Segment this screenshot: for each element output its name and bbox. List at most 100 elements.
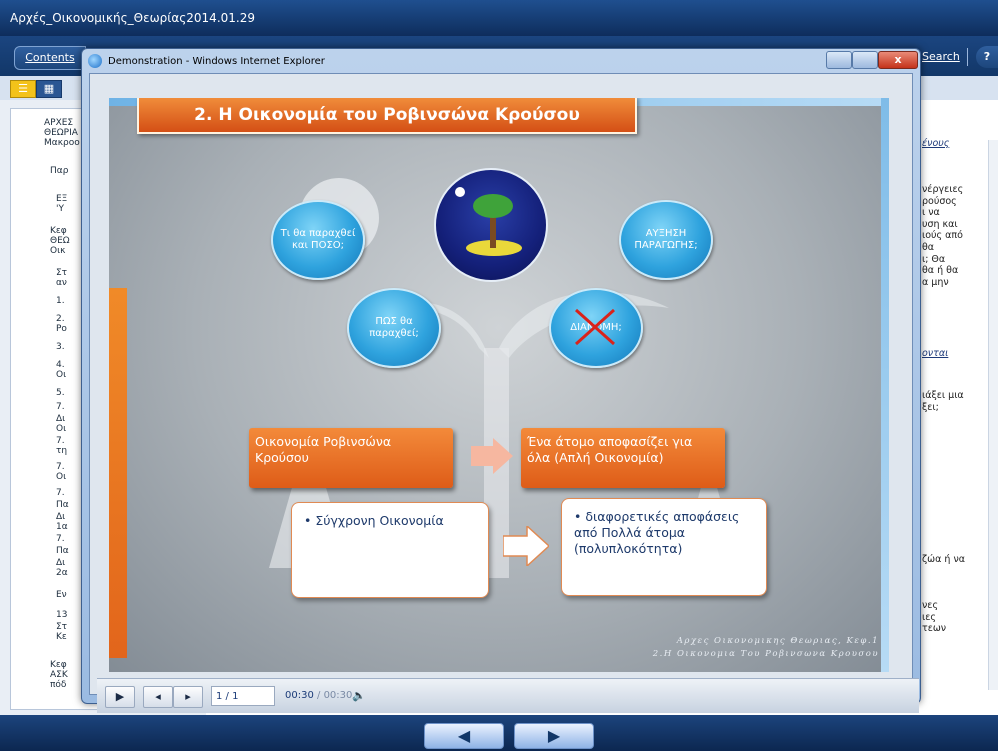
toc-item[interactable]: ΑΣΚ <box>50 670 68 680</box>
ie-window-title: Demonstration - Windows Internet Explore… <box>108 56 325 67</box>
help-button[interactable]: ? <box>976 46 998 68</box>
toc-item[interactable]: 7. <box>56 534 65 544</box>
box-robinson-economy: Οικονομία Ροβινσώνα Κρούσου <box>249 428 453 488</box>
strikethrough-cross-icon <box>574 308 616 346</box>
minimize-button[interactable] <box>826 51 852 69</box>
content-line: τεων <box>922 623 947 635</box>
content-scrollbar[interactable] <box>988 140 998 690</box>
content-link[interactable]: ονται <box>922 348 948 359</box>
toc-item[interactable]: 5. <box>56 388 65 398</box>
app-title: Αρχές_Οικονομικής_Θεωρίας2014.01.29 <box>0 0 998 36</box>
toc-item[interactable]: ΕΞ <box>56 194 67 204</box>
slide-title: 2. Η Οικονομία του Ροβινσώνα Κρούσου <box>194 105 580 125</box>
play-icon[interactable]: ▶ <box>105 686 135 708</box>
toc-item[interactable]: 1. <box>56 296 65 306</box>
bubble-what-to-produce: Τι θα παραχθεί και ΠΟΣΟ; <box>271 200 365 280</box>
ie-content: 2. Η Οικονομία του Ροβινσώνα Κρούσου Τι … <box>89 73 919 713</box>
ie-window: Demonstration - Windows Internet Explore… <box>81 48 921 713</box>
toc-item[interactable]: Παρ <box>50 166 68 176</box>
player-controls: ▶ ◂ ▸ 1 / 1 00:30 / 00:30 🔈 <box>97 678 919 713</box>
prev-slide-icon[interactable]: ◂ <box>143 686 173 708</box>
box-many-decisions: • διαφορετικές αποφάσεις από Πολλά άτομα… <box>561 498 767 596</box>
content-line: ρούσος <box>922 195 957 207</box>
toc-item[interactable]: Δι <box>56 558 65 568</box>
toc-item[interactable]: Οικ <box>50 246 65 256</box>
toolbar-separator <box>967 48 968 66</box>
content-line: α μην <box>922 276 949 288</box>
toc-item[interactable]: Στ <box>56 622 67 632</box>
toc-item[interactable]: Εν <box>56 590 67 600</box>
toc-item[interactable]: 4. <box>56 360 65 370</box>
bubble-production-growth: ΑΥΞΗΣΗ ΠΑΡΑΓΩΓΗΣ; <box>619 200 713 280</box>
toc-item[interactable]: 7. <box>56 436 65 446</box>
toc-item[interactable]: αν <box>56 278 67 288</box>
time-total: / 00:30 <box>317 690 353 701</box>
toc-item[interactable]: Κεφ <box>50 660 67 670</box>
grid-view-icon[interactable]: ▦ <box>36 80 62 98</box>
time-display: 00:30 / 00:30 <box>285 686 352 706</box>
arrow-left-icon: ◀ <box>457 726 471 745</box>
content-line: ξει; <box>922 402 939 413</box>
search-link[interactable]: Search <box>922 46 960 68</box>
toc-item[interactable]: 7. <box>56 462 65 472</box>
arrow-right-icon <box>471 438 513 474</box>
box-modern-economy: • Σύγχρονη Οικονομία <box>291 502 489 598</box>
volume-icon[interactable]: 🔈 <box>352 686 366 706</box>
toc-item[interactable]: Στ <box>56 268 67 278</box>
content-link[interactable]: ένους <box>922 138 949 149</box>
content-line: ζώα ή να <box>922 554 966 565</box>
toc-item[interactable]: Κε <box>56 632 67 642</box>
slide: 2. Η Οικονομία του Ροβινσώνα Κρούσου Τι … <box>109 98 889 672</box>
content-line: ιάξει μια <box>922 390 964 401</box>
toc-item[interactable]: 7. <box>56 488 65 498</box>
toc-item[interactable]: ΘΕΩΡΙΑ <box>44 128 78 138</box>
toc-item[interactable]: 1α <box>56 522 68 532</box>
toc-item[interactable]: ΑΡΧΕΣ <box>44 118 73 128</box>
content-line: ιούς από <box>922 230 963 242</box>
toc-item[interactable]: 'Υ <box>56 204 64 214</box>
contents-tab[interactable]: Contents <box>14 46 86 70</box>
island-globe-image <box>434 168 548 282</box>
toc-item[interactable]: πόδ <box>50 680 66 690</box>
toc-item[interactable]: Πα <box>56 500 69 510</box>
toc-item[interactable]: Πα <box>56 546 69 556</box>
toc-item[interactable]: Δι <box>56 512 65 522</box>
content-line: νέργειες <box>922 184 964 195</box>
toc-item[interactable]: Μακροο <box>44 138 80 148</box>
content-line: υση και <box>922 218 958 230</box>
toc-item[interactable]: Κεφ <box>50 226 67 236</box>
content-line: ιες <box>922 611 936 623</box>
slide-footer-line1: Αρχες Οικονομικης Θεωριας, Κεφ.1 <box>676 636 879 646</box>
prev-page-button[interactable]: ◀ <box>424 723 504 749</box>
content-line: θα <box>922 242 935 253</box>
box-single-decision: Ένα άτομο αποφασίζει για όλα (Απλή Οικον… <box>521 428 725 488</box>
toc-item[interactable]: 3. <box>56 342 65 352</box>
list-view-icon[interactable]: ☰ <box>10 80 36 98</box>
toc-item[interactable]: 7. <box>56 402 65 412</box>
content-line: ι; Θα <box>922 253 946 265</box>
content-line: θα ή θα <box>922 265 959 277</box>
toc-item[interactable]: Οι <box>56 472 66 482</box>
arrow-right-icon: ▶ <box>547 726 561 745</box>
ie-icon <box>88 54 102 68</box>
toc-item[interactable]: Ρο <box>56 324 67 334</box>
maximize-button[interactable] <box>852 51 878 69</box>
slide-counter: 1 / 1 <box>211 686 275 706</box>
toc-item[interactable]: 13 <box>56 610 67 620</box>
close-button[interactable]: x <box>878 51 918 69</box>
toc-item[interactable]: 2α <box>56 568 68 578</box>
slide-footer-line2: 2.Η Οικονομια Του Ροβινσωνα Κρουσου <box>652 649 879 659</box>
toc-item[interactable]: Οι <box>56 370 66 380</box>
next-slide-icon[interactable]: ▸ <box>173 686 203 708</box>
toc-item[interactable]: Δι <box>56 414 65 424</box>
toc-item[interactable]: 2. <box>56 314 65 324</box>
palm-island-icon <box>455 187 522 256</box>
toc-item[interactable]: Οι <box>56 424 66 434</box>
time-current: 00:30 <box>285 690 314 701</box>
toc-item[interactable]: τη <box>56 446 67 456</box>
content-line: ι να <box>922 207 940 219</box>
next-page-button[interactable]: ▶ <box>514 723 594 749</box>
slide-title-box: 2. Η Οικονομία του Ροβινσώνα Κρούσου <box>137 98 637 134</box>
toc-item[interactable]: ΘΕΩ <box>50 236 70 246</box>
bubble-how-to-produce: ΠΩΣ θα παραχθεί; <box>347 288 441 368</box>
